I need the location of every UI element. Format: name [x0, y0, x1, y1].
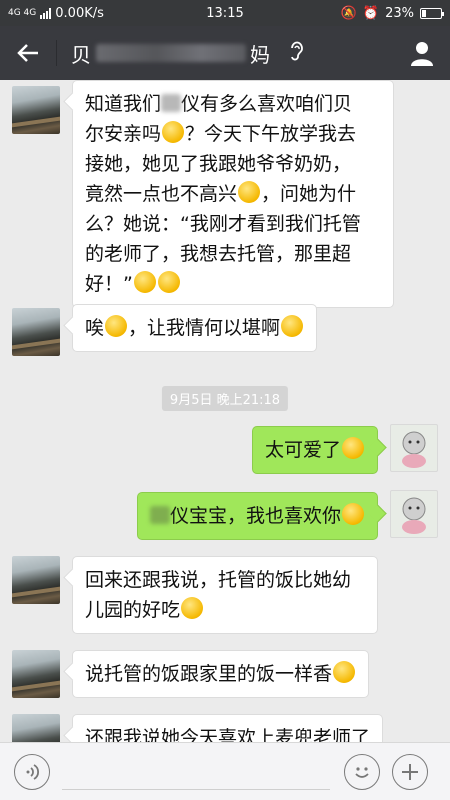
message-bubble[interactable]: 知道我们 仪有多么喜欢咱们贝 尔安亲吗 ？今天下午放学我去 接她，她见了我跟她爷爷奶… — [72, 80, 394, 308]
emoji-icon — [162, 121, 185, 143]
status-bar: 4G 4G 0.00K/s 13:15 🔕 ⏰ 23% — [0, 0, 450, 26]
message-line: 竟然一点也不高兴 ，问她为什 — [85, 181, 357, 205]
message-line: 知道我们 仪有多么喜欢咱们贝 — [85, 93, 353, 115]
avatar[interactable] — [390, 424, 438, 472]
message-line: 唉，让我情何以堪啊 — [85, 313, 304, 343]
message-bubble[interactable]: 仪宝宝，我也喜欢你 — [136, 492, 378, 540]
message-line: 回来还跟我说，托管的饭比她幼 — [85, 569, 352, 591]
person-icon[interactable] — [408, 39, 436, 67]
message-line: 太可爱了 — [265, 435, 365, 465]
message-line: 尔安亲吗 ？今天下午放学我去 — [85, 121, 357, 145]
emoji-icon — [181, 597, 204, 619]
smiley-icon[interactable] — [344, 753, 380, 790]
battery-percent: 23% — [385, 5, 414, 21]
plus-icon[interactable] — [392, 753, 428, 790]
message-line: 说托管的饭跟家里的饭一样香 — [85, 659, 356, 689]
title-start: 贝 — [71, 42, 92, 67]
redacted-name — [96, 44, 246, 62]
battery-icon — [420, 7, 444, 19]
message-line: 的老师了，我想去托管，那里超 — [85, 243, 352, 265]
title-end: 妈 — [250, 42, 271, 67]
clock: 13:15 — [206, 5, 244, 21]
avatar[interactable] — [390, 490, 438, 538]
ear-icon[interactable] — [289, 40, 305, 67]
emoji-icon — [342, 437, 364, 459]
network-speed: 0.00K/s — [55, 5, 104, 21]
avatar[interactable] — [12, 714, 60, 742]
arrow-left-icon[interactable] — [0, 26, 56, 80]
title-bar: 贝 妈 — [0, 26, 450, 80]
message-bubble[interactable]: 说托管的饭跟家里的饭一样香 — [72, 650, 370, 698]
chat-area[interactable]: 知道我们 仪有多么喜欢咱们贝 尔安亲吗 ？今天下午放学我去 接她，她见了我跟她爷爷奶… — [0, 80, 450, 742]
network-type: 4G 4G — [8, 7, 37, 18]
voice-icon[interactable] — [14, 753, 50, 790]
message-bubble[interactable]: 太可爱了 — [251, 426, 378, 474]
emoji-icon — [105, 315, 128, 337]
chat-title: 贝 妈 — [71, 39, 305, 68]
alarm-icon: ⏰ — [362, 5, 380, 21]
redacted-text — [149, 506, 170, 524]
redacted-text — [161, 94, 182, 112]
avatar[interactable] — [12, 650, 60, 698]
message-line: 接她，她见了我跟她爷爷奶奶， — [85, 153, 352, 175]
message-line: 么？她说：“我刚才看到我们托管 — [85, 213, 361, 235]
message-bubble[interactable]: 还跟我说她今天喜欢上麦兜老师了 — [72, 714, 384, 742]
emoji-icon — [342, 503, 364, 525]
avatar[interactable] — [12, 308, 60, 356]
emoji-icon — [238, 181, 261, 203]
emoji-icon — [157, 271, 180, 293]
message-bubble[interactable]: 回来还跟我说，托管的饭比她幼 儿园的好吃 — [72, 556, 378, 634]
message-line: 还跟我说她今天喜欢上麦兜老师了 — [85, 727, 371, 742]
message-line: 好！” — [85, 269, 381, 299]
timestamp: 9月5日 晚上21:18 — [161, 386, 289, 411]
message-bubble[interactable]: 唉，让我情何以堪啊 — [72, 304, 318, 352]
divider — [56, 40, 57, 66]
input-bar — [0, 742, 450, 800]
message-input[interactable] — [62, 753, 330, 790]
mute-icon: 🔕 — [340, 5, 357, 21]
signal-icon — [40, 7, 52, 19]
avatar[interactable] — [12, 556, 60, 604]
message-line: 仪宝宝，我也喜欢你 — [149, 501, 365, 531]
emoji-icon — [281, 315, 304, 337]
emoji-icon — [133, 271, 156, 293]
message-line: 儿园的好吃 — [85, 595, 365, 625]
emoji-icon — [333, 661, 356, 683]
avatar[interactable] — [12, 86, 60, 134]
